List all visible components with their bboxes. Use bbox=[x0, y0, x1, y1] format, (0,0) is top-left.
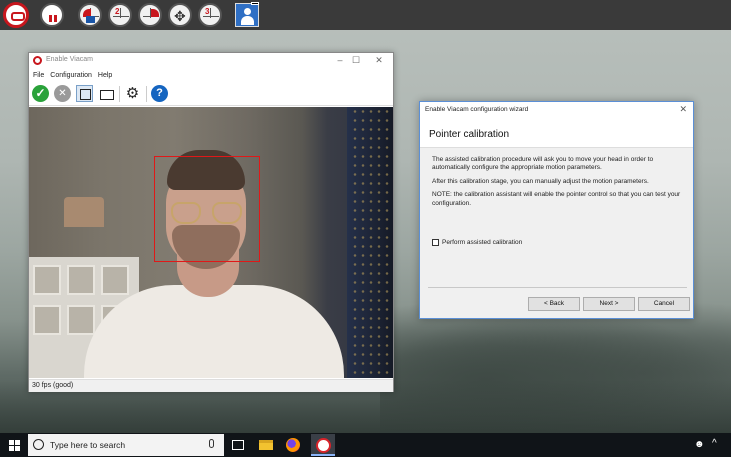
taskbar: Type here to search ☻ ^ bbox=[0, 433, 731, 457]
toolbar-separator bbox=[119, 86, 120, 102]
checkbox-label: Perform assisted calibration bbox=[442, 239, 523, 246]
click-number-2: 2 bbox=[115, 7, 120, 16]
file-explorer-icon[interactable] bbox=[259, 440, 273, 450]
description-paragraph: After this calibration stage, you can ma… bbox=[432, 177, 649, 185]
status-bar: 30 fps (good) bbox=[29, 379, 393, 392]
minimize-icon[interactable] bbox=[251, 2, 259, 5]
viacam-window: Enable Viacam – ☐ ✕ File Configuration H… bbox=[28, 52, 394, 392]
user-icon[interactable] bbox=[235, 3, 259, 27]
drag-button[interactable] bbox=[168, 3, 192, 27]
click-number-3: 3 bbox=[205, 7, 210, 16]
cancel-button[interactable]: Cancel bbox=[638, 297, 690, 311]
viacam-logo-icon[interactable] bbox=[3, 2, 29, 28]
menu-configuration[interactable]: Configuration bbox=[50, 70, 92, 81]
dialog-title: Enable Viacam configuration wizard bbox=[425, 106, 529, 113]
divider bbox=[428, 287, 687, 288]
firefox-icon[interactable] bbox=[286, 438, 300, 452]
search-placeholder: Type here to search bbox=[50, 440, 126, 450]
dialog-body: The assisted calibration procedure will … bbox=[432, 156, 682, 213]
next-button[interactable]: Next > bbox=[583, 297, 635, 311]
windows-start-icon[interactable] bbox=[9, 440, 20, 451]
enable-check-icon[interactable]: ✓ bbox=[32, 85, 49, 102]
keyboard-icon[interactable] bbox=[97, 85, 114, 102]
double-click-button[interactable]: 3 bbox=[198, 3, 222, 27]
right-click-icon bbox=[151, 9, 159, 17]
app-icon bbox=[33, 56, 42, 65]
lock-button[interactable] bbox=[78, 3, 102, 27]
config-wizard-dialog: Enable Viacam configuration wizard ✕ Poi… bbox=[419, 101, 694, 319]
search-box[interactable]: Type here to search bbox=[28, 434, 224, 456]
assisted-calibration-option[interactable]: Perform assisted calibration bbox=[432, 239, 522, 246]
help-icon[interactable]: ? bbox=[151, 85, 168, 102]
close-icon[interactable]: ✕ bbox=[679, 104, 687, 115]
dialog-titlebar[interactable]: Enable Viacam configuration wizard ✕ bbox=[420, 102, 693, 118]
window-title: Enable Viacam bbox=[46, 56, 93, 63]
dialog-header: Pointer calibration bbox=[420, 118, 693, 148]
disable-x-icon[interactable]: ✕ bbox=[54, 85, 71, 102]
viacam-toolbar: ✓ ✕ ⚙ ? bbox=[29, 82, 393, 106]
maximize-button[interactable]: ☐ bbox=[347, 54, 365, 67]
menu-file[interactable]: File bbox=[33, 70, 44, 81]
microphone-icon[interactable] bbox=[209, 439, 214, 448]
assisted-calibration-checkbox[interactable] bbox=[432, 239, 439, 246]
lock-icon bbox=[86, 16, 95, 23]
left-click-button[interactable]: 2 bbox=[108, 3, 132, 27]
description-paragraph: The assisted calibration procedure will … bbox=[432, 156, 654, 172]
cortana-icon bbox=[33, 439, 44, 450]
people-icon[interactable]: ☻ bbox=[694, 439, 705, 450]
pause-button[interactable] bbox=[40, 3, 64, 27]
page-title: Pointer calibration bbox=[429, 129, 510, 140]
toolbar-separator bbox=[146, 86, 147, 102]
close-button[interactable]: ✕ bbox=[370, 54, 388, 67]
fps-status: 30 fps (good) bbox=[32, 382, 74, 389]
note-paragraph: NOTE: the calibration assistant will ena… bbox=[432, 191, 681, 207]
camera-view bbox=[29, 107, 393, 378]
face-tracking-box[interactable] bbox=[154, 156, 260, 262]
viacam-click-toolbar: 2 3 bbox=[0, 0, 731, 30]
task-view-icon[interactable] bbox=[232, 440, 244, 450]
back-button[interactable]: < Back bbox=[528, 297, 580, 311]
gear-icon[interactable]: ⚙ bbox=[124, 85, 141, 102]
chevron-up-icon[interactable]: ^ bbox=[712, 438, 717, 449]
menu-bar: File Configuration Help bbox=[29, 70, 393, 81]
viacam-titlebar[interactable]: Enable Viacam – ☐ ✕ bbox=[29, 53, 393, 69]
frame-icon[interactable] bbox=[76, 85, 93, 102]
menu-help[interactable]: Help bbox=[98, 70, 112, 81]
right-click-button[interactable] bbox=[138, 3, 162, 27]
viacam-taskbar-icon[interactable] bbox=[311, 434, 335, 456]
